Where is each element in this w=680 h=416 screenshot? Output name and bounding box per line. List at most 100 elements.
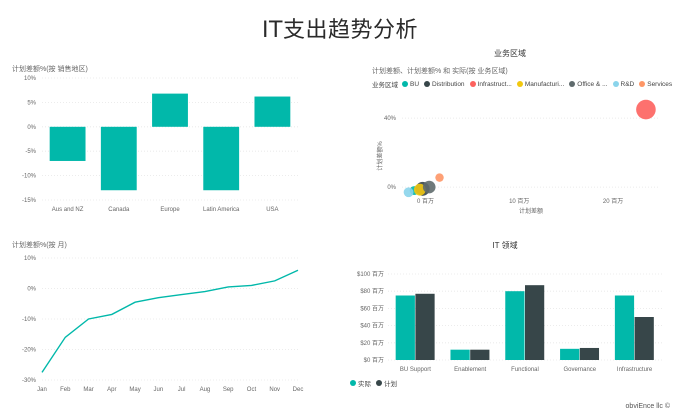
- itdomain-bar: [525, 285, 545, 360]
- region-ytick-label: -10%: [22, 174, 37, 180]
- itdomain-chart-title: IT 领域: [492, 241, 518, 250]
- itdomain-ytick-label: $80 百万: [360, 288, 384, 295]
- itdomain-bar: [415, 293, 435, 360]
- monthly-ytick-label: 10%: [24, 256, 37, 262]
- region-ytick-label: 10%: [24, 76, 37, 82]
- legend-dot-icon: [402, 81, 408, 87]
- scatter-xtick-label: 10 百万: [509, 198, 529, 205]
- monthly-xtick-label: Dec: [293, 387, 304, 393]
- itdomain-ytick-label: $100 百万: [357, 271, 384, 278]
- monthly-xtick-label: Sep: [223, 387, 234, 393]
- monthly-chart-title: 计划差额%(按 月): [12, 242, 67, 249]
- itdomain-bar-chart: $100 百万 $80 百万 $60 百万 $40 百万 $20 百万 $0 百万 BU S…: [357, 271, 662, 373]
- monthly-xtick-label: May: [129, 387, 140, 393]
- region-ytick-label: -5%: [25, 149, 36, 155]
- itdomain-ytick-label: $20 百万: [360, 340, 384, 347]
- region-bar: [100, 126, 137, 191]
- itdomain-legend-label: 实际: [358, 381, 371, 388]
- region-xtick-label: Latin America: [203, 207, 240, 213]
- itdomain-xtick-label: Enablement: [454, 367, 486, 373]
- legend-dot-icon: [516, 81, 523, 87]
- region-xtick-label: Aus and NZ: [52, 207, 84, 213]
- scatter-xaxis-label: 计划差额: [519, 207, 543, 215]
- scatter-legend-item[interactable]: BU: [402, 81, 419, 88]
- scatter-xtick-label: 20 百万: [603, 198, 623, 205]
- footer-credit: obviEnce llc ©: [625, 403, 670, 410]
- scatter-legend-item[interactable]: Services: [639, 81, 672, 88]
- scatter-legend-item[interactable]: Infrastruct...: [469, 80, 512, 88]
- page-title: IT支出趋势分析: [262, 18, 418, 43]
- region-bar: [49, 126, 86, 161]
- monthly-xtick-label: Oct: [247, 387, 257, 393]
- monthly-xtick-label: Feb: [60, 387, 71, 393]
- itdomain-bar: [560, 348, 580, 360]
- scatter-legend: 业务区域 BU Distribution Infrastruct... Manufac…: [372, 79, 677, 90]
- itdomain-xtick-label: BU Support: [400, 367, 431, 373]
- monthly-ytick-label: 0%: [27, 287, 36, 293]
- scatter-point: [422, 180, 436, 194]
- region-xtick-label: Europe: [160, 207, 180, 213]
- scatter-legend-item[interactable]: Distribution: [424, 81, 465, 88]
- legend-dot-icon: [469, 81, 476, 87]
- business-area-visual[interactable]: 业务区域 计划差额、计划差额% 和 实际(按 业务区域) 业务区域 BU Dist…: [360, 44, 672, 220]
- monthly-ytick-label: -30%: [22, 378, 37, 384]
- itdomain-bar: [614, 295, 635, 360]
- monthly-xtick-label: Nov: [269, 387, 280, 393]
- region-xtick-label: Canada: [108, 207, 130, 213]
- region-variance-visual[interactable]: 计划差额%(按 销售地区) 10% 5% 0% -5% -10% -15% Aus and …: [8, 58, 308, 218]
- monthly-series-line: [41, 269, 299, 373]
- itdomain-bar: [450, 349, 470, 360]
- monthly-variance-visual[interactable]: 计划差额%(按 月) 10% 0% -10% -20% -30% Jan Feb Mar Apr…: [8, 236, 308, 406]
- monthly-xtick-label: Mar: [83, 387, 93, 393]
- scatter-legend-label: Office & ...: [577, 80, 608, 88]
- itdomain-legend-item[interactable]: 计划: [376, 378, 397, 388]
- region-bar: [203, 126, 240, 191]
- monthly-xtick-label: Jan: [37, 387, 47, 393]
- scatter-legend-label: Services: [647, 80, 673, 88]
- itdomain-legend-label: 计划: [384, 381, 397, 388]
- monthly-xtick-label: Aug: [200, 387, 211, 393]
- scatter-chart-title: 业务区域: [494, 49, 526, 58]
- scatter-xtick-label: 0 百万: [417, 198, 434, 205]
- region-ytick-label: -15%: [22, 198, 37, 204]
- itdomain-bar: [470, 349, 490, 360]
- legend-dot-icon: [350, 380, 356, 386]
- monthly-xtick-label: Apr: [107, 387, 116, 393]
- legend-dot-icon: [424, 81, 431, 87]
- scatter-legend-label: Distribution: [432, 80, 465, 88]
- region-bar-chart: 10% 5% 0% -5% -10% -15% Aus and NZ Canada Europe…: [22, 76, 298, 213]
- itdomain-legend-item[interactable]: 实际: [350, 378, 371, 388]
- itdomain-bar: [395, 295, 415, 360]
- legend-dot-icon: [639, 81, 646, 87]
- itdomain-ytick-label: $60 百万: [360, 305, 384, 312]
- region-ytick-label: 5%: [27, 100, 36, 106]
- itdomain-xtick-label: Governance: [563, 367, 596, 373]
- monthly-line-chart: 10% 0% -10% -20% -30%Jan Feb Mar Apr May Jun Jul Au…: [22, 256, 304, 393]
- itdomain-xtick-label: Functional: [511, 367, 539, 373]
- scatter-legend-label: Infrastruct...: [477, 80, 512, 88]
- scatter-point: [636, 99, 656, 120]
- scatter-legend-title: 业务区域: [372, 82, 398, 89]
- scatter-legend-item[interactable]: R&D: [612, 80, 635, 88]
- monthly-ytick-label: -20%: [22, 348, 37, 354]
- itdomain-bar: [634, 317, 654, 360]
- itdomain-ytick-label: $40 百万: [360, 323, 384, 330]
- monthly-xtick-label: Jun: [154, 387, 164, 393]
- scatter-legend-item[interactable]: Manufacturi...: [516, 80, 565, 88]
- scatter-ytick-label: 0%: [387, 185, 396, 191]
- scatter-point: [403, 187, 414, 198]
- itdomain-bar: [579, 347, 600, 360]
- region-chart-title: 计划差额%(按 销售地区): [12, 66, 88, 73]
- scatter-legend-item[interactable]: Office & ...: [569, 80, 608, 88]
- scatter-legend-label: R&D: [620, 80, 635, 88]
- itdomain-legend: 实际 计划: [350, 378, 402, 388]
- scatter-legend-label: Manufacturi...: [524, 80, 565, 88]
- region-bar: [152, 93, 188, 127]
- it-domain-visual[interactable]: IT 领域 $100 百万 $80 百万 $60 百万 $40 百万 $20 百万 $0 …: [340, 236, 670, 396]
- scatter-point: [435, 173, 444, 182]
- legend-dot-icon: [612, 81, 619, 87]
- itdomain-bar: [505, 291, 525, 360]
- monthly-xtick-label: Jul: [178, 387, 186, 393]
- scatter-chart-subtitle: 计划差额、计划差额% 和 实际(按 业务区域): [372, 68, 508, 75]
- scatter-yaxis-label: 计划差额%: [376, 141, 384, 171]
